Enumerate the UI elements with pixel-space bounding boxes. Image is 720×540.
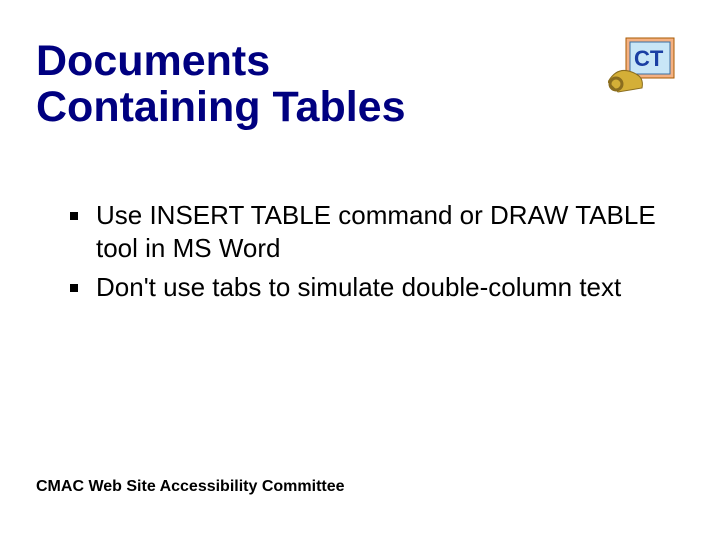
slide-title: Documents Containing Tables bbox=[36, 38, 486, 131]
list-item: Use INSERT TABLE command or DRAW TABLE t… bbox=[70, 199, 684, 266]
list-item: Don't use tabs to simulate double-column… bbox=[70, 271, 684, 304]
logo-text: CT bbox=[634, 46, 664, 71]
bullet-list: Use INSERT TABLE command or DRAW TABLE t… bbox=[36, 199, 684, 305]
bullet-square-icon bbox=[70, 284, 78, 292]
slide: Documents Containing Tables CT Use INSER… bbox=[0, 0, 720, 540]
footer-text: CMAC Web Site Accessibility Committee bbox=[36, 478, 345, 496]
bullet-square-icon bbox=[70, 212, 78, 220]
ct-logo-icon: CT bbox=[608, 34, 686, 98]
bullet-text: Don't use tabs to simulate double-column… bbox=[96, 272, 621, 302]
title-line-1: Documents bbox=[36, 37, 270, 85]
title-line-2: Containing Tables bbox=[36, 83, 406, 131]
bullet-text: Use INSERT TABLE command or DRAW TABLE t… bbox=[96, 200, 656, 263]
